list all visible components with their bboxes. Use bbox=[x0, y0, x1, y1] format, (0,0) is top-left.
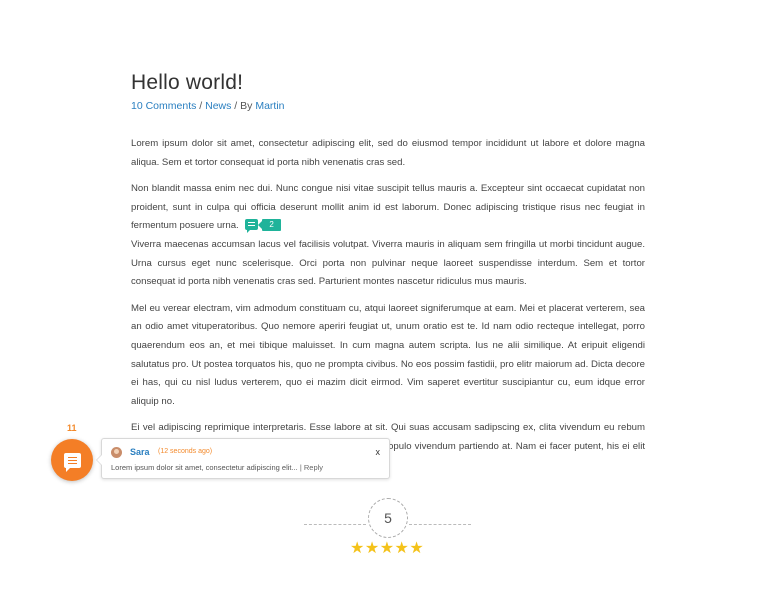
divider bbox=[409, 524, 471, 525]
meta-separator: / bbox=[196, 100, 206, 112]
comment-snippet: Lorem ipsum dolor sit amet, consectetur … bbox=[111, 463, 323, 472]
comments-count-link[interactable]: 10 Comments bbox=[131, 100, 196, 112]
close-popup-button[interactable]: x bbox=[376, 447, 381, 457]
floating-comment-count: 11 bbox=[67, 423, 77, 433]
comment-time: (12 seconds ago) bbox=[158, 448, 213, 455]
meta-by-separator: / By bbox=[231, 100, 256, 112]
comment-bubble-icon bbox=[63, 452, 81, 472]
paragraph-text: Non blandit massa enim nec dui. Nunc con… bbox=[131, 183, 645, 232]
floating-comments-button[interactable] bbox=[51, 439, 93, 481]
star-icon[interactable]: ★ bbox=[395, 540, 410, 557]
avatar bbox=[111, 447, 122, 458]
star-icon[interactable]: ★ bbox=[409, 540, 424, 557]
inline-comment-button[interactable]: 2 bbox=[245, 218, 281, 234]
divider bbox=[304, 524, 366, 525]
rating-value: 5 bbox=[368, 498, 408, 538]
paragraph-4: Mel eu verear electram, vim admodum cons… bbox=[131, 300, 645, 412]
post-title: Hello world! bbox=[131, 71, 244, 94]
inline-comment-count: 2 bbox=[258, 218, 281, 231]
reply-link[interactable]: | Reply bbox=[298, 463, 323, 472]
rating-stars: ★★★★★ bbox=[350, 540, 424, 558]
post-article: Hello world! 10 Comments / News / By Mar… bbox=[131, 70, 645, 483]
star-icon[interactable]: ★ bbox=[365, 540, 380, 557]
paragraph-1: Lorem ipsum dolor sit amet, consectetur … bbox=[131, 135, 645, 172]
paragraph-text: Mel eu verear electram, vim admodum cons… bbox=[131, 302, 645, 407]
paragraph-text: Lorem ipsum dolor sit amet, consectetur … bbox=[131, 138, 645, 168]
paragraph-text: Viverra maecenas accumsan lacus vel faci… bbox=[131, 238, 645, 288]
paragraph-2: Non blandit massa enim nec dui. Nunc con… bbox=[131, 180, 645, 236]
author-link[interactable]: Martin bbox=[255, 100, 284, 112]
paragraph-3: Viverra maecenas accumsan lacus vel faci… bbox=[131, 236, 645, 292]
comment-author[interactable]: Sara bbox=[130, 447, 150, 457]
star-icon[interactable]: ★ bbox=[350, 540, 365, 557]
post-meta: 10 Comments / News / By Martin bbox=[131, 99, 645, 113]
category-link[interactable]: News bbox=[205, 100, 231, 112]
comment-snippet-text: Lorem ipsum dolor sit amet, consectetur … bbox=[111, 463, 298, 472]
comment-preview-popup: Sara (12 seconds ago) x Lorem ipsum dolo… bbox=[96, 438, 390, 479]
rating-widget: 5 ★★★★★ bbox=[304, 495, 471, 565]
comment-bubble-icon bbox=[245, 219, 259, 234]
post-content: Lorem ipsum dolor sit amet, consectetur … bbox=[131, 135, 645, 475]
star-icon[interactable]: ★ bbox=[380, 540, 395, 557]
